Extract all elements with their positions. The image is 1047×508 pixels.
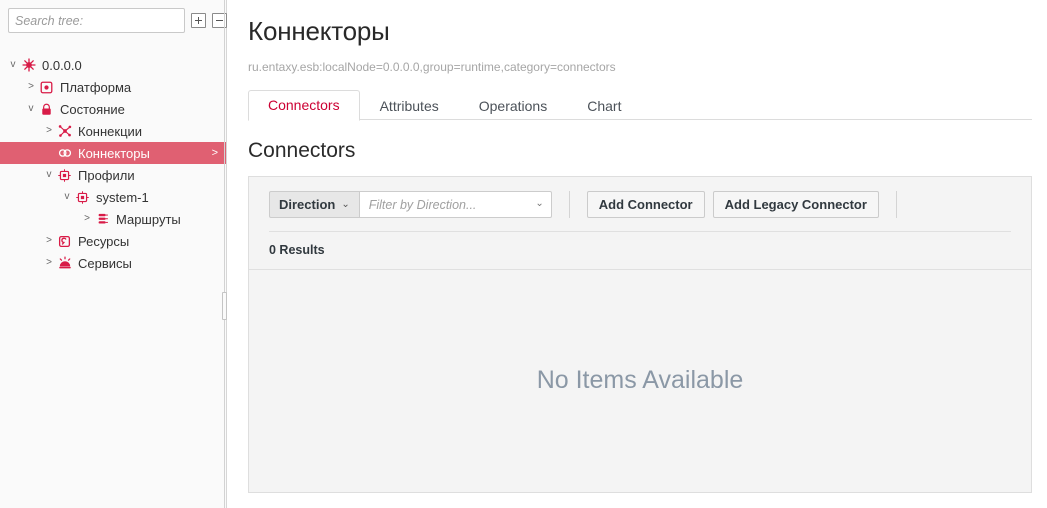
tree-item-profili[interactable]: v Профили — [0, 164, 226, 186]
tree-item-label: Коннекторы — [78, 145, 150, 161]
section-title: Connectors — [248, 139, 356, 162]
connectors-panel: Direction ⌄ ⌄ Add Connector Add Legacy C… — [248, 176, 1032, 493]
services-icon — [56, 256, 73, 270]
toolbar-divider-right — [895, 191, 897, 218]
add-connector-button[interactable]: Add Connector — [586, 191, 705, 218]
tree-item-label: Сервисы — [78, 255, 132, 271]
tree-item-label: Ресурсы — [78, 233, 130, 249]
direction-filter-group: Direction ⌄ ⌄ — [269, 191, 552, 218]
tree-item-label: 0.0.0.0 — [42, 57, 82, 73]
chevron-right-icon[interactable]: > — [24, 82, 38, 92]
tree-item-sostoyanie[interactable]: v Состояние — [0, 98, 226, 120]
profile-icon — [74, 190, 91, 204]
direction-filter-input[interactable] — [359, 191, 552, 218]
tab-connectors[interactable]: Connectors — [248, 90, 360, 121]
expand-all-icon[interactable] — [191, 13, 206, 28]
direction-dropdown-button[interactable]: Direction ⌄ — [269, 191, 360, 218]
direction-filter-wrap: ⌄ — [359, 191, 552, 218]
chevron-right-icon[interactable]: > — [80, 214, 94, 224]
chevron-down-icon[interactable]: v — [6, 60, 20, 70]
tree-sidebar: v 0.0.0.0 > — [0, 0, 227, 508]
tree-item-konnekcii[interactable]: > Коннекции — [0, 120, 226, 142]
chevron-down-icon: ⌄ — [341, 199, 350, 210]
tree-view: v 0.0.0.0 > Платформа v Состояние > Конн… — [0, 54, 226, 274]
tree-item-label: system-1 — [96, 189, 149, 205]
profiles-icon — [56, 168, 73, 182]
application-root: v 0.0.0.0 > — [0, 0, 1047, 508]
chevron-down-icon[interactable]: v — [42, 170, 56, 180]
tab-attributes[interactable]: Attributes — [360, 91, 459, 121]
tree-item-system-1[interactable]: v system-1 — [0, 186, 226, 208]
chevron-down-icon[interactable]: v — [24, 104, 38, 114]
tree-item-label: Состояние — [60, 101, 125, 117]
toolbar-divider — [568, 191, 570, 218]
tree-item-servisy[interactable]: > Сервисы — [0, 252, 226, 274]
resources-icon — [56, 235, 73, 248]
page-title: Коннекторы — [248, 16, 390, 46]
chevron-down-icon[interactable]: v — [60, 192, 74, 202]
empty-state-message: No Items Available — [536, 366, 744, 394]
tree-item-platforma[interactable]: > Платформа — [0, 76, 226, 98]
connections-icon — [56, 124, 73, 138]
node-icon — [20, 58, 37, 72]
tree-search-row — [0, 0, 227, 33]
add-legacy-connector-button[interactable]: Add Legacy Connector — [712, 191, 879, 218]
chevron-right-icon[interactable]: > — [42, 236, 56, 246]
state-icon — [38, 103, 55, 116]
routes-icon — [94, 212, 111, 226]
page-subtitle: ru.entaxy.esb:localNode=0.0.0.0,group=ru… — [248, 60, 616, 74]
tree-item-marshruty[interactable]: > Маршруты — [0, 208, 226, 230]
chevron-right-icon[interactable]: > — [42, 258, 56, 268]
connectors-icon — [56, 146, 73, 160]
search-tree-input[interactable] — [8, 8, 185, 33]
results-count: 0 Results — [269, 243, 325, 257]
tree-item-resursy[interactable]: > Ресурсы — [0, 230, 226, 252]
tree-item-label: Коннекции — [78, 123, 143, 139]
tree-item-0000[interactable]: v 0.0.0.0 — [0, 54, 226, 76]
tab-bar-underline — [248, 119, 1032, 120]
main-content: Коннекторы ru.entaxy.esb:localNode=0.0.0… — [227, 0, 1047, 508]
direction-dropdown-label: Direction — [279, 197, 336, 212]
connectors-toolbar: Direction ⌄ ⌄ Add Connector Add Legacy C… — [249, 177, 1031, 218]
tree-item-label: Маршруты — [116, 211, 181, 227]
chevron-right-icon[interactable]: > — [42, 126, 56, 136]
tab-operations[interactable]: Operations — [459, 91, 567, 121]
tab-chart[interactable]: Chart — [567, 91, 641, 121]
chevron-right-icon[interactable]: > — [212, 147, 218, 159]
splitter-line — [224, 0, 225, 508]
tree-item-konnektory[interactable]: Коннекторы > — [0, 142, 226, 164]
tree-item-label: Платформа — [60, 79, 132, 95]
tree-item-label: Профили — [78, 167, 135, 183]
tab-bar: Connectors Attributes Operations Chart — [248, 88, 1032, 121]
platform-icon — [38, 81, 55, 94]
